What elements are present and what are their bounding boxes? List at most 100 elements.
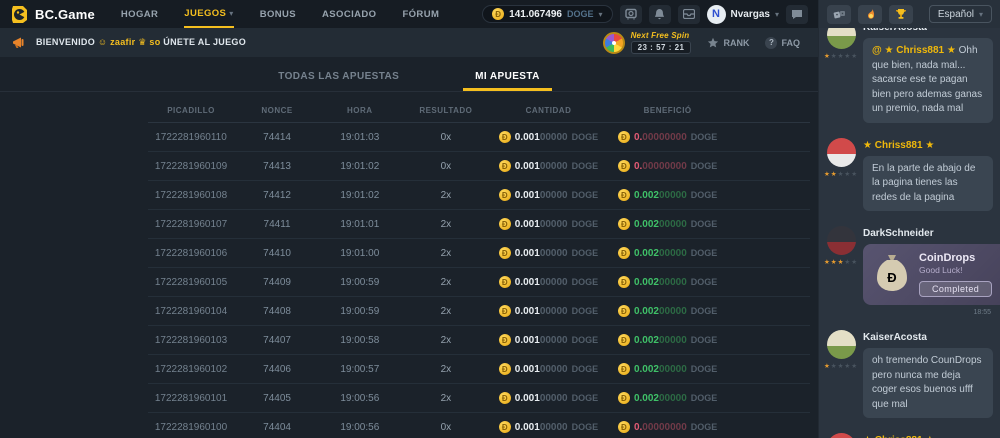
balance-amount: 141.067496 — [509, 9, 562, 20]
bet-result: 2x — [400, 335, 493, 346]
faq-link[interactable]: ? FAQ — [765, 37, 800, 49]
user-avatar[interactable] — [827, 226, 856, 255]
bet-time: 19:01:01 — [320, 219, 399, 230]
bet-nonce: 74409 — [234, 277, 320, 288]
nav-item-hogar[interactable]: HOGAR — [121, 0, 158, 28]
bet-nonce: 74411 — [234, 219, 320, 230]
user-avatar[interactable] — [827, 330, 856, 359]
nav-item-juegos[interactable]: JUEGOS▾ — [184, 0, 233, 28]
chat-toggle-icon[interactable] — [786, 5, 808, 24]
bet-profit: Ð0.00200000DOGE — [605, 189, 731, 201]
chat-message-left: ★★★★★ — [825, 226, 857, 321]
bet-time: 19:01:03 — [320, 132, 399, 143]
bet-profit: Ð0.00200000DOGE — [605, 305, 731, 317]
bcgame-logo[interactable]: BC.Game — [10, 5, 95, 24]
balance-currency: DOGE — [567, 9, 594, 19]
table-row[interactable]: 17222819601087441219:01:022xÐ0.00100000D… — [148, 181, 810, 210]
nav-item-asociado[interactable]: ASOCIADO — [322, 0, 376, 28]
nav-item-bonus[interactable]: BONUS — [260, 0, 296, 28]
nav-item-frum[interactable]: FÓRUM — [402, 0, 439, 28]
doge-coin-icon: Ð — [499, 363, 511, 375]
money-value: 0.00000000 — [634, 132, 687, 143]
bet-result: 2x — [400, 248, 493, 259]
chat-username[interactable]: KaiserAcosta — [863, 332, 993, 343]
bet-result: 2x — [400, 364, 493, 375]
user-avatar[interactable] — [827, 28, 856, 49]
money-value: 0.00100000 — [515, 132, 568, 143]
money-value: 0.00200000 — [634, 219, 687, 230]
currency-label: DOGE — [691, 364, 718, 374]
bet-result: 2x — [400, 277, 493, 288]
coindrop-completed-button[interactable]: Completed — [919, 281, 992, 297]
balance-selector[interactable]: Ð 141.067496 DOGE ▾ — [482, 5, 612, 23]
table-row[interactable]: 17222819601067441019:01:002xÐ0.00100000D… — [148, 239, 810, 268]
currency-label: DOGE — [691, 248, 718, 258]
money-value: 0.00100000 — [515, 393, 568, 404]
table-row[interactable]: 17222819601027440619:00:572xÐ0.00100000D… — [148, 355, 810, 384]
money-value: 0.00200000 — [634, 248, 687, 259]
bell-icon[interactable] — [649, 5, 671, 24]
currency-label: DOGE — [572, 132, 599, 142]
bet-amount: Ð0.00100000DOGE — [492, 160, 605, 172]
table-row[interactable]: 17222819601057440919:00:592xÐ0.00100000D… — [148, 268, 810, 297]
bet-result: 2x — [400, 219, 493, 230]
tab-todas-las-apuestas[interactable]: TODAS LAS APUESTAS — [266, 65, 411, 91]
user-star-rating: ★★★★★ — [824, 362, 858, 370]
inbox-icon[interactable] — [678, 5, 700, 24]
vault-icon[interactable] — [620, 5, 642, 24]
bet-nonce: 74408 — [234, 306, 320, 317]
free-spin-widget[interactable]: Next Free Spin 23 : 57 : 21 — [603, 31, 692, 54]
table-row[interactable]: 17222819601107441419:01:030xÐ0.00100000D… — [148, 123, 810, 152]
table-row[interactable]: 17222819601097441319:01:020xÐ0.00100000D… — [148, 152, 810, 181]
bet-profit: Ð0.00000000DOGE — [605, 131, 731, 143]
table-row[interactable]: 17222819601037440719:00:582xÐ0.00100000D… — [148, 326, 810, 355]
bet-profit: Ð0.00200000DOGE — [605, 334, 731, 346]
bet-hash: 1722281960105 — [148, 277, 234, 288]
chat-message-body: DarkSchneiderÐCoinDropsGood Luck!Complet… — [863, 226, 993, 321]
table-row[interactable]: 17222819601047440819:00:592xÐ0.00100000D… — [148, 297, 810, 326]
doge-coin-icon: Ð — [618, 334, 630, 346]
announcement-widgets: Next Free Spin 23 : 57 : 21 RANK ? FAQ — [603, 31, 800, 54]
chevron-down-icon: ▾ — [775, 10, 779, 19]
doge-coin-icon: Ð — [618, 392, 630, 404]
bet-time: 19:00:57 — [320, 364, 399, 375]
bet-nonce: 74413 — [234, 161, 320, 172]
chat-username[interactable]: KaiserAcosta — [863, 28, 993, 33]
star-icon — [707, 37, 719, 49]
chat-message: ★★★★★★ Chriss881 ★En la parte de abajo d… — [825, 138, 993, 218]
bet-amount: Ð0.00100000DOGE — [492, 131, 605, 143]
user-menu[interactable]: N Nvargas ▾ — [707, 5, 779, 24]
bet-result: 2x — [400, 306, 493, 317]
table-row[interactable]: 17222819601077441119:01:012xÐ0.00100000D… — [148, 210, 810, 239]
chevron-down-icon: ▾ — [979, 10, 983, 19]
rank-link[interactable]: RANK — [707, 37, 749, 49]
currency-label: DOGE — [572, 306, 599, 316]
language-selector[interactable]: Español ▾ — [929, 5, 992, 23]
money-value: 0.00100000 — [515, 161, 568, 172]
money-value: 0.00200000 — [634, 277, 687, 288]
announcement-segment: BIENVENIDO — [36, 37, 98, 47]
column-header: HORA — [320, 106, 399, 115]
doge-coin-icon: Ð — [618, 247, 630, 259]
coindrop-card[interactable]: ÐCoinDropsGood Luck!Completed — [863, 244, 1000, 305]
bet-nonce: 74405 — [234, 393, 320, 404]
faq-label: FAQ — [781, 38, 800, 48]
flame-icon[interactable] — [858, 5, 882, 24]
bet-hash: 1722281960100 — [148, 422, 234, 433]
bet-amount: Ð0.00100000DOGE — [492, 305, 605, 317]
trophy-icon[interactable] — [889, 5, 913, 24]
announcement-bar: BIENVENIDO ☺ zaafir ♛ so ÚNETE AL JUEGO … — [0, 28, 818, 57]
chat-bubble: En la parte de abajo de la pagina tienes… — [863, 156, 993, 212]
user-avatar[interactable] — [827, 138, 856, 167]
dice-icon[interactable] — [827, 5, 851, 24]
tab-mi-apuesta[interactable]: MI APUESTA — [463, 65, 552, 91]
column-header: NONCE — [234, 106, 320, 115]
table-row[interactable]: 17222819601007440419:00:560xÐ0.00100000D… — [148, 413, 810, 438]
chevron-down-icon: ▾ — [229, 9, 233, 18]
user-avatar[interactable] — [827, 433, 856, 438]
doge-coin-icon: Ð — [618, 305, 630, 317]
table-row[interactable]: 17222819601017440519:00:562xÐ0.00100000D… — [148, 384, 810, 413]
chat-username[interactable]: ★ Chriss881 ★ — [863, 140, 993, 151]
chat-username[interactable]: DarkSchneider — [863, 228, 993, 239]
nav-right: Ð 141.067496 DOGE ▾ N Nvargas ▾ — [482, 5, 808, 24]
